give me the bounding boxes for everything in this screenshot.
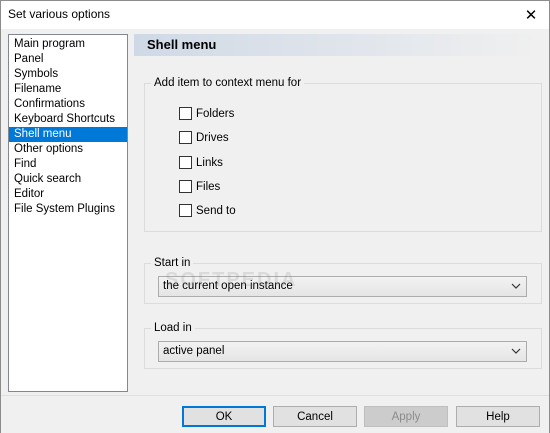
checkbox-box[interactable] <box>179 180 192 193</box>
close-icon[interactable]: ✕ <box>513 1 549 29</box>
checkbox-send-to[interactable]: Send to <box>179 204 236 217</box>
chevron-down-icon <box>511 348 521 354</box>
load-in-value: active panel <box>163 345 225 357</box>
nav-item-keyboard-shortcuts[interactable]: Keyboard Shortcuts <box>9 112 127 127</box>
start-in-value: the current open instance <box>163 280 293 292</box>
nav-item-main-program[interactable]: Main program <box>9 37 127 52</box>
panel-header: Shell menu <box>134 34 542 56</box>
load-in-legend: Load in <box>154 322 192 334</box>
checkbox-label: Folders <box>196 107 235 120</box>
nav-item-shell-menu[interactable]: Shell menu <box>9 127 127 142</box>
nav-item-filename[interactable]: Filename <box>9 82 127 97</box>
checkbox-box[interactable] <box>179 156 192 169</box>
start-in-dropdown[interactable]: the current open instance <box>158 276 527 297</box>
nav-item-other-options[interactable]: Other options <box>9 142 127 157</box>
nav-item-confirmations[interactable]: Confirmations <box>9 97 127 112</box>
nav-item-editor[interactable]: Editor <box>9 187 127 202</box>
help-button[interactable]: Help <box>456 406 540 427</box>
nav-item-panel[interactable]: Panel <box>9 52 127 67</box>
options-dialog: Set various options ✕ Main program Panel… <box>0 0 550 433</box>
checkbox-files[interactable]: Files <box>179 180 220 193</box>
load-in-group: Load in active panel <box>144 322 542 369</box>
nav-item-quick-search[interactable]: Quick search <box>9 172 127 187</box>
ok-button[interactable]: OK <box>182 406 266 427</box>
start-in-legend: Start in <box>154 257 191 269</box>
title-bar: Set various options ✕ <box>1 1 549 29</box>
nav-item-find[interactable]: Find <box>9 157 127 172</box>
checkbox-label: Links <box>196 156 223 169</box>
checkbox-label: Files <box>196 180 221 193</box>
cancel-button[interactable]: Cancel <box>273 406 357 427</box>
nav-item-symbols[interactable]: Symbols <box>9 67 127 82</box>
start-in-group: Start in the current open instance <box>144 257 542 304</box>
load-in-dropdown[interactable]: active panel <box>158 341 527 362</box>
checkbox-links[interactable]: Links <box>179 156 223 169</box>
checkbox-label: Drives <box>196 131 229 144</box>
options-category-list: Main program Panel Symbols Filename Conf… <box>8 34 128 392</box>
checkbox-box[interactable] <box>179 204 192 217</box>
checkbox-box[interactable] <box>179 131 192 144</box>
apply-button[interactable]: Apply <box>364 406 448 427</box>
context-menu-group-legend: Add item to context menu for <box>154 77 302 89</box>
nav-item-file-system-plugins[interactable]: File System Plugins <box>9 202 127 217</box>
checkbox-box[interactable] <box>179 107 192 120</box>
panel-title: Shell menu <box>147 37 217 52</box>
checkbox-label: Send to <box>196 204 236 217</box>
chevron-down-icon <box>511 283 521 289</box>
checkbox-drives[interactable]: Drives <box>179 131 229 144</box>
context-menu-group: Add item to context menu for Folders Dri… <box>144 77 542 232</box>
button-bar: OK Cancel Apply Help <box>1 395 549 433</box>
checkbox-folders[interactable]: Folders <box>179 107 234 120</box>
window-title: Set various options <box>8 7 111 21</box>
